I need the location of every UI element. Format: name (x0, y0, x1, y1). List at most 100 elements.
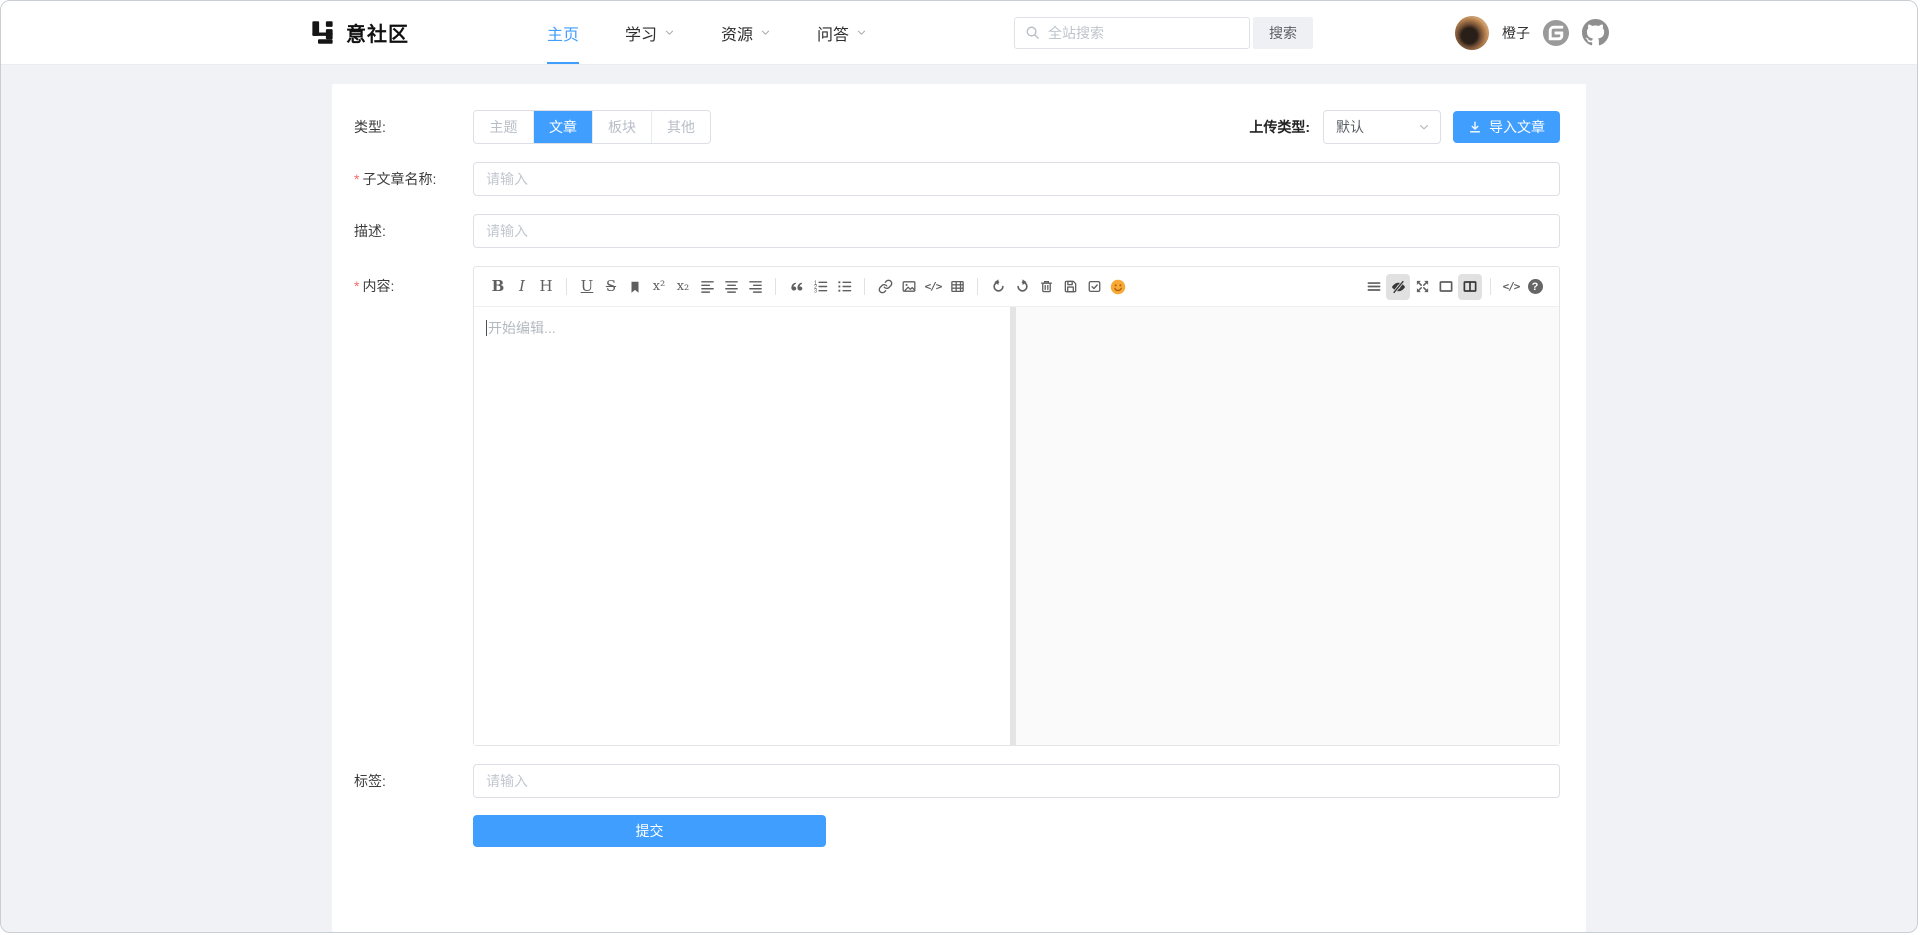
navbar: 意社区 主页 学习 资源 问答 (1, 1, 1917, 65)
split-view-icon (1462, 279, 1478, 294)
italic-icon: I (519, 279, 525, 294)
nav-item-qa[interactable]: 问答 (817, 1, 867, 64)
upload-type-select[interactable]: 默认 (1323, 110, 1441, 144)
nav-item-learn[interactable]: 学习 (625, 1, 675, 64)
chevron-down-icon (856, 27, 867, 38)
link-button[interactable] (873, 274, 897, 300)
bold-button[interactable]: B (486, 274, 510, 300)
editor-input-pane[interactable]: 开始编辑... (474, 307, 1010, 745)
save-icon (1063, 279, 1078, 294)
tags-input[interactable] (473, 764, 1560, 798)
preview-button[interactable] (1434, 274, 1458, 300)
menu-button[interactable] (1362, 274, 1386, 300)
type-option-board[interactable]: 板块 (592, 111, 651, 143)
required-marker: * (354, 278, 359, 294)
subscript-button[interactable]: x₂ (671, 274, 695, 300)
align-left-button[interactable] (695, 274, 719, 300)
nav-item-home-label: 主页 (547, 21, 579, 45)
upload-type-label: 上传类型: (1249, 117, 1310, 137)
description-input[interactable] (473, 214, 1560, 248)
superscript-button[interactable]: x² (647, 274, 671, 300)
nav-item-learn-label: 学习 (625, 21, 657, 45)
code-block-button[interactable]: </> (921, 274, 945, 300)
trash-icon (1039, 279, 1054, 294)
align-right-button[interactable] (743, 274, 767, 300)
github-icon[interactable] (1582, 19, 1609, 46)
markdown-editor: B I H U S x² x₂ (473, 266, 1560, 746)
redo-icon (1015, 279, 1030, 294)
undo-icon (991, 279, 1006, 294)
nav-item-home[interactable]: 主页 (547, 1, 579, 64)
strikethrough-button[interactable]: S (599, 274, 623, 300)
editor-placeholder: 开始编辑... (488, 320, 556, 336)
type-option-other[interactable]: 其他 (651, 111, 710, 143)
align-left-icon (700, 279, 715, 294)
align-center-icon (724, 279, 739, 294)
align-center-button[interactable] (719, 274, 743, 300)
sub-article-name-input[interactable] (473, 162, 1560, 196)
search-button[interactable]: 搜索 (1253, 17, 1313, 49)
search-bar: 搜索 (1014, 17, 1313, 49)
quote-icon (789, 279, 804, 294)
save-button[interactable] (1058, 274, 1082, 300)
editor-panes: 开始编辑... (474, 307, 1559, 745)
task-check-button[interactable] (1082, 274, 1106, 300)
type-option-article[interactable]: 文章 (533, 111, 592, 143)
nav-item-resources[interactable]: 资源 (721, 1, 771, 64)
underline-button[interactable]: U (575, 274, 599, 300)
source-code-button[interactable]: </> (1499, 274, 1523, 300)
italic-button[interactable]: I (510, 274, 534, 300)
submit-button[interactable]: 提交 (473, 815, 826, 847)
ordered-list-button[interactable]: 123 (808, 274, 832, 300)
toolbar-divider (775, 278, 776, 295)
eye-off-button[interactable] (1386, 274, 1410, 300)
chevron-down-icon (664, 27, 675, 38)
delete-button[interactable] (1034, 274, 1058, 300)
description-row: 描述: (354, 214, 1560, 248)
table-button[interactable] (945, 274, 969, 300)
content-label: *内容: (354, 266, 473, 296)
type-row: 类型: 主题 文章 板块 其他 上传类型: 默认 (354, 110, 1560, 144)
brand[interactable]: 意社区 (309, 18, 409, 47)
task-check-icon (1087, 279, 1102, 294)
eye-off-icon (1390, 279, 1407, 295)
code-icon: </> (925, 280, 942, 293)
nav-item-qa-label: 问答 (817, 21, 849, 45)
menu-icon (1366, 279, 1382, 294)
preview-icon (1438, 279, 1454, 294)
toolbar-divider (1490, 278, 1491, 295)
bookmark-icon (628, 280, 642, 294)
fullscreen-button[interactable] (1410, 274, 1434, 300)
editor-toolbar: B I H U S x² x₂ (474, 267, 1559, 307)
heading-button[interactable]: H (534, 274, 558, 300)
heading-icon: H (539, 279, 552, 294)
toolbar-divider (566, 278, 567, 295)
undo-button[interactable] (986, 274, 1010, 300)
content-row: *内容: B I H U S x² x₂ (354, 266, 1560, 746)
emoji-button[interactable] (1106, 274, 1130, 300)
split-view-button[interactable] (1458, 274, 1482, 300)
unordered-list-button[interactable] (832, 274, 856, 300)
avatar[interactable] (1455, 16, 1489, 50)
upload-type-selected-value: 默认 (1336, 117, 1364, 137)
search-input[interactable] (1048, 25, 1239, 41)
import-article-button[interactable]: 导入文章 (1453, 111, 1560, 143)
quote-button[interactable] (784, 274, 808, 300)
search-icon (1025, 25, 1040, 40)
type-label: 类型: (354, 117, 473, 137)
redo-button[interactable] (1010, 274, 1034, 300)
type-option-topic[interactable]: 主题 (474, 111, 533, 143)
chevron-down-icon (760, 27, 771, 38)
tags-row: 标签: (354, 764, 1560, 798)
subscript-icon: x₂ (677, 280, 690, 293)
site-title: 意社区 (346, 18, 409, 47)
image-button[interactable] (897, 274, 921, 300)
underline-icon: U (581, 279, 594, 294)
help-button[interactable]: ? (1523, 274, 1547, 300)
gitee-icon[interactable] (1543, 20, 1569, 46)
mark-button[interactable] (623, 274, 647, 300)
toolbar-right-group: </> ? (1362, 274, 1547, 300)
code-icon: </> (1503, 280, 1520, 293)
emoji-icon (1110, 279, 1126, 295)
link-icon (878, 279, 893, 294)
